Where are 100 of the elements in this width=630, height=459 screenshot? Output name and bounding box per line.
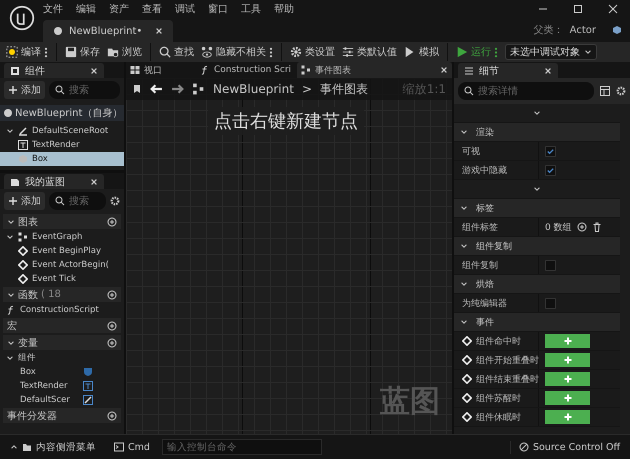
search-field[interactable]: 搜索详情 [458,82,594,100]
tree-item[interactable]: NewBlueprint（自身） [0,105,124,121]
list-item[interactable]: TextRender [0,379,124,393]
menu-item[interactable]: 编辑 [76,2,96,16]
add-icon[interactable] [107,290,117,300]
checkbox[interactable] [545,146,556,156]
graph-tab[interactable]: Construction Scri [196,62,296,78]
chevron-down-icon[interactable] [6,354,14,362]
tree-item[interactable]: DefaultSceneRoot [0,124,124,138]
add-event-button[interactable] [545,334,590,348]
category-header[interactable]: 事件 [454,313,620,332]
forward-arrow-icon[interactable] [171,83,184,95]
section-header[interactable]: 事件分发器 [3,408,121,423]
source-control-button[interactable]: Source Control Off [510,440,626,454]
chevron-down-icon[interactable] [7,218,15,226]
section-header[interactable]: 变量 [3,335,121,350]
bookmark-icon[interactable] [132,84,142,94]
toolbar-button[interactable]: 编译 [4,43,50,61]
checkbox[interactable] [545,298,556,308]
settings-icon[interactable] [616,86,626,96]
section-header[interactable]: 宏 [3,318,121,333]
list-item[interactable]: Event ActorBegin( [0,258,124,272]
list-item[interactable]: 组件 [0,351,124,365]
close-icon[interactable] [440,66,448,74]
close-icon[interactable] [90,178,98,186]
add-event-button[interactable] [545,391,590,405]
list-item[interactable]: ConstructionScript [0,303,124,317]
cmd-button[interactable]: Cmd [108,440,156,454]
more-icon[interactable] [44,46,48,58]
content-drawer-button[interactable]: 内容侧滑菜单 [4,440,102,454]
add-icon[interactable] [576,222,587,232]
add-event-button[interactable] [545,372,590,386]
menu-item[interactable]: 窗口 [208,2,228,16]
add-button[interactable]: 添加 [4,81,45,99]
toolbar-button[interactable]: 隐藏不相关 [199,43,275,61]
menu-item[interactable]: 资产 [109,2,129,16]
graph-tab[interactable]: 事件图表 [297,62,452,78]
menu-item[interactable]: 查看 [142,2,162,16]
close-icon[interactable] [155,27,163,35]
debug-target-dropdown[interactable]: 未选中调试对象 [505,44,597,60]
menu-item[interactable]: 工具 [241,2,261,16]
toolbar-button[interactable]: 浏览 [105,43,144,61]
panel-tab[interactable]: 我的蓝图 [4,174,104,189]
panel-tab[interactable]: 细节 [458,63,558,78]
menu-item[interactable]: 文件 [43,2,63,16]
add-icon[interactable] [107,338,117,348]
list-item[interactable]: Event BeginPlay [0,244,124,258]
category-header[interactable]: 烘焙 [454,275,620,294]
section-header[interactable]: 函数 ( 18 [3,287,121,302]
search-field[interactable]: 搜索 [49,192,106,210]
chevron-down-icon[interactable] [6,127,14,135]
close-icon[interactable] [544,66,552,74]
category-header[interactable]: 渲染 [454,123,620,142]
chevron-down-icon[interactable] [7,290,15,298]
toolbar-button[interactable]: 保存 [63,43,102,61]
menu-item[interactable]: 帮助 [274,2,294,16]
toolbar-button[interactable]: 查找 [157,43,196,61]
menu-item[interactable]: 调试 [175,2,195,16]
close-icon[interactable] [90,66,98,74]
toolbar-button[interactable]: 类默认值 [340,43,399,61]
add-icon[interactable] [107,216,117,226]
chevron-down-icon[interactable] [6,233,14,241]
settings-icon[interactable] [110,196,120,206]
trash-icon[interactable] [592,222,602,232]
console-input[interactable]: 输入控制台命令 [162,439,322,455]
add-button[interactable]: 添加 [4,192,45,210]
search-field[interactable]: 搜索 [49,81,120,99]
list-item[interactable]: EventGraph [0,230,124,244]
parent-class-value[interactable]: Actor [570,24,596,36]
breadcrumb-root[interactable]: NewBlueprint [213,82,294,96]
chevron-down-icon[interactable] [7,338,15,346]
graph-tab[interactable]: 视口 [126,62,194,78]
close-icon[interactable] [608,4,618,14]
toolbar-button[interactable]: 类设置 [288,43,337,61]
more-icon[interactable] [269,46,273,58]
list-item[interactable]: DefaultScer [0,393,124,407]
more-icon[interactable] [494,46,498,58]
toolbar-button[interactable]: 模拟 [402,43,441,61]
chevron-down-icon[interactable] [533,185,541,193]
table-icon[interactable] [600,86,610,96]
toolbar-button[interactable]: 运行 [454,43,500,61]
back-arrow-icon[interactable] [150,83,163,95]
section-title: 函数 [18,288,38,302]
category-header[interactable]: 标签 [454,199,620,218]
section-header[interactable]: 图表 [3,214,121,229]
add-icon[interactable] [107,410,117,420]
add-event-button[interactable] [545,410,590,424]
tree-item[interactable]: Box [0,152,124,166]
panel-tab[interactable]: 组件 [4,63,104,78]
checkbox[interactable] [545,164,556,176]
add-event-button[interactable] [545,353,590,367]
list-item[interactable]: Event Tick [0,272,124,286]
maximize-icon[interactable] [573,4,583,14]
tree-item[interactable]: TextRender [0,138,124,152]
checkbox[interactable] [545,260,556,270]
chevron-down-icon[interactable] [533,109,541,117]
document-tab[interactable]: NewBlueprint• [43,20,173,42]
list-item[interactable]: Box [0,365,124,379]
add-icon[interactable] [107,320,117,330]
category-header[interactable]: 组件复制 [454,237,620,256]
